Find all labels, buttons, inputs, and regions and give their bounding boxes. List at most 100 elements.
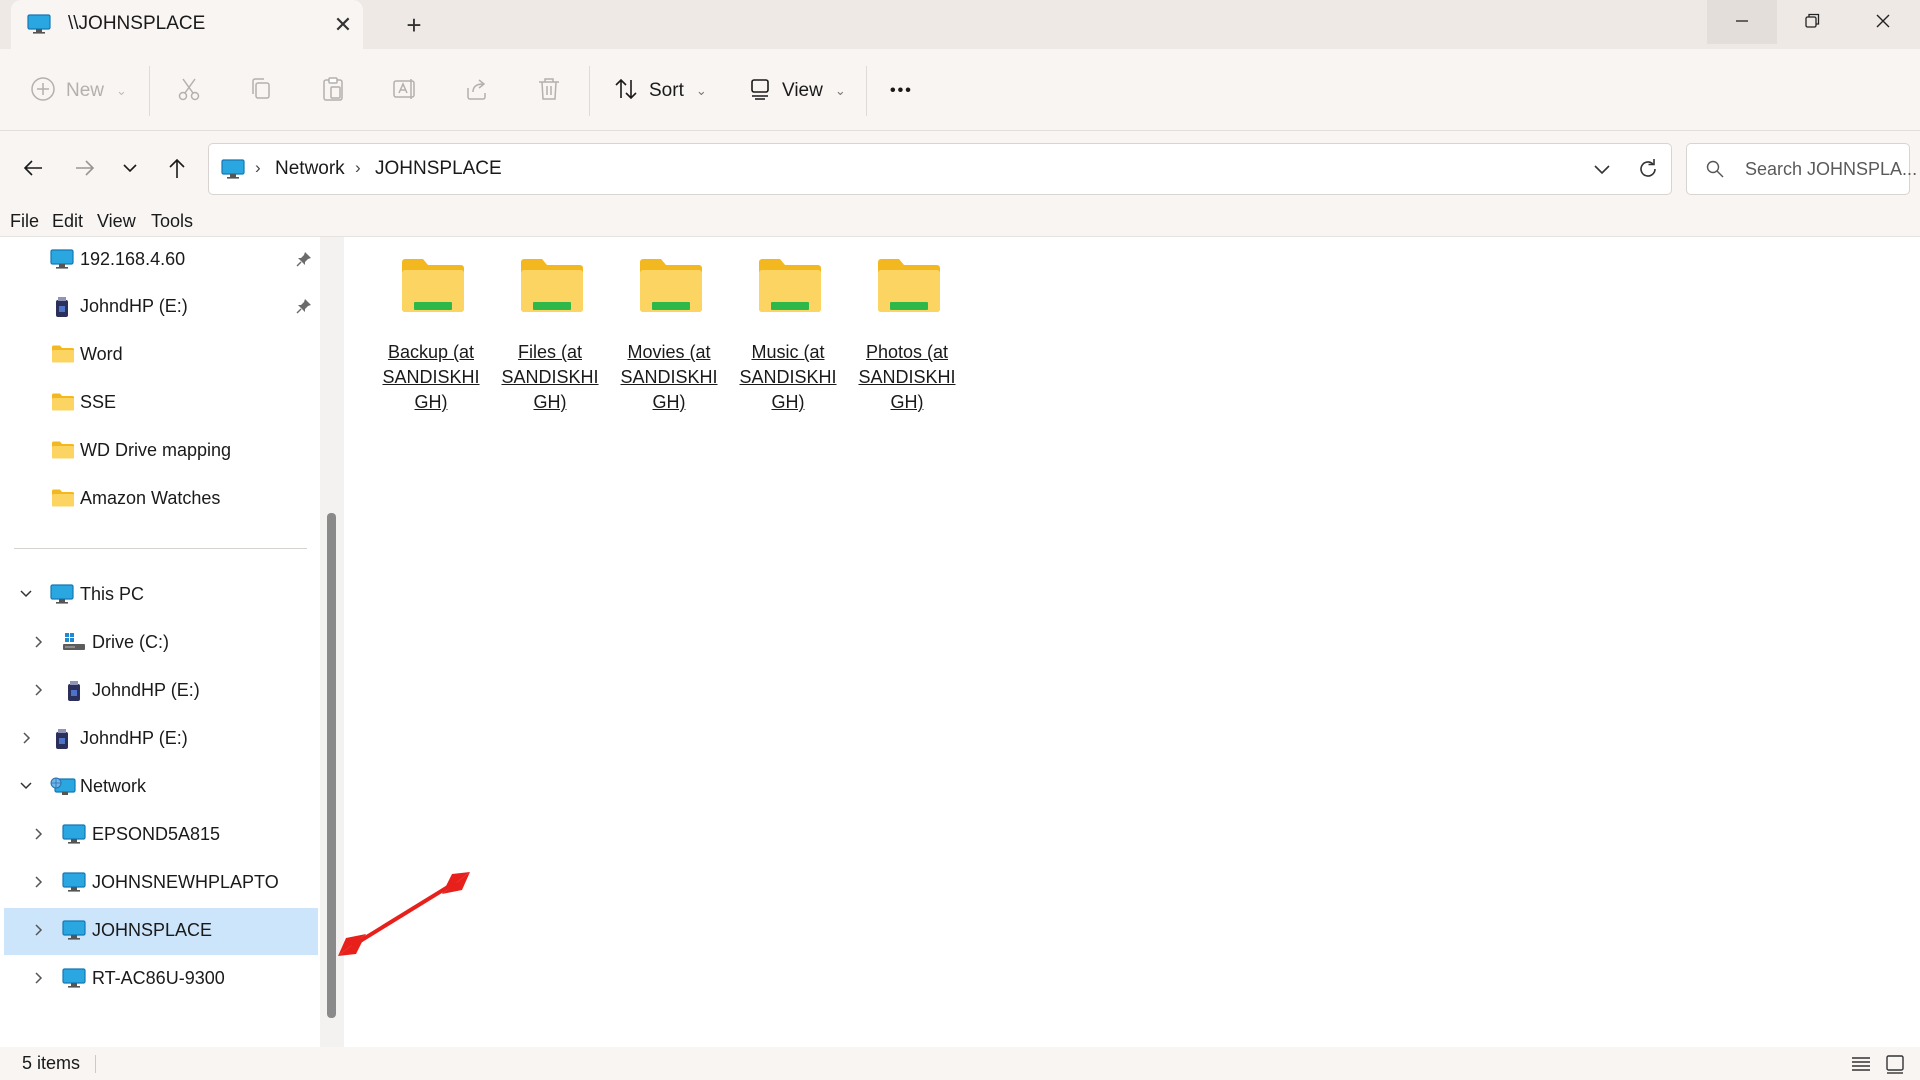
navigation-pane: 192.168.4.60 JohndHP (E:) Word SSE WD Dr… bbox=[0, 237, 320, 1047]
sidebar-item-amazon-watches[interactable]: Amazon Watches bbox=[4, 476, 318, 523]
pin-icon[interactable] bbox=[296, 298, 312, 319]
sidebar-item-192-168-4-60[interactable]: 192.168.4.60 bbox=[4, 237, 318, 284]
folder-name: Music (at SANDISKHI GH) bbox=[731, 340, 845, 415]
folder-name-line: SANDISKHI bbox=[501, 367, 599, 387]
large-icons-view-icon[interactable] bbox=[1884, 1053, 1906, 1080]
address-history-button[interactable] bbox=[1587, 154, 1617, 189]
sidebar-item-rt-ac86u-9300[interactable]: RT-AC86U-9300 bbox=[4, 956, 318, 1003]
network-folder-icon bbox=[758, 257, 822, 322]
folder-item-files[interactable]: Files (at SANDISKHI GH) bbox=[493, 255, 607, 412]
sidebar-item-label: Amazon Watches bbox=[80, 488, 221, 508]
view-button[interactable]: View ⌄ bbox=[748, 74, 846, 108]
sidebar-item-label: JohndHP (E:) bbox=[92, 680, 200, 700]
status-bar: 5 items bbox=[0, 1047, 1920, 1080]
chevron-right-icon[interactable] bbox=[18, 730, 34, 746]
paste-button[interactable] bbox=[320, 74, 346, 108]
chevron-right-icon[interactable] bbox=[30, 970, 46, 986]
share-button[interactable] bbox=[464, 74, 490, 108]
menu-file[interactable]: File bbox=[10, 211, 39, 232]
window-tab[interactable]: \\JOHNSPLACE ✕ bbox=[11, 0, 363, 49]
annotation-arrow-icon bbox=[334, 866, 474, 971]
menu-view[interactable]: View bbox=[97, 211, 136, 232]
sort-button[interactable]: Sort ⌄ bbox=[613, 74, 707, 108]
sidebar-item-johndhp-e-sub[interactable]: JohndHP (E:) bbox=[4, 668, 318, 715]
folder-item-music[interactable]: Music (at SANDISKHI GH) bbox=[731, 255, 845, 412]
folder-icon bbox=[51, 344, 75, 369]
status-divider bbox=[95, 1055, 96, 1073]
new-button[interactable]: New ⌄ bbox=[30, 74, 127, 108]
sidebar-item-network[interactable]: Network bbox=[4, 764, 318, 811]
chevron-down-icon[interactable] bbox=[18, 778, 34, 794]
folder-name-line: GH) bbox=[771, 392, 805, 412]
sidebar-item-wd-drive-mapping[interactable]: WD Drive mapping bbox=[4, 428, 318, 475]
breadcrumb-johnsplace[interactable]: JOHNSPLACE bbox=[375, 158, 502, 180]
sidebar-item-this-pc[interactable]: This PC bbox=[4, 572, 318, 619]
close-window-button[interactable] bbox=[1848, 0, 1918, 44]
close-tab-icon[interactable]: ✕ bbox=[329, 11, 357, 39]
folder-name: Photos (at SANDISKHI GH) bbox=[850, 340, 964, 415]
usb-drive-icon bbox=[54, 728, 70, 755]
new-tab-button[interactable]: + bbox=[398, 9, 430, 41]
chevron-right-icon[interactable] bbox=[30, 922, 46, 938]
breadcrumb-network[interactable]: Network bbox=[275, 158, 345, 180]
monitor-icon bbox=[50, 249, 74, 274]
network-folder-icon bbox=[401, 257, 465, 322]
sidebar-item-epsond5a815[interactable]: EPSOND5A815 bbox=[4, 812, 318, 859]
usb-drive-icon bbox=[54, 296, 70, 323]
chevron-right-icon[interactable] bbox=[30, 874, 46, 890]
chevron-right-icon[interactable] bbox=[30, 682, 46, 698]
chevron-right-icon[interactable] bbox=[30, 826, 46, 842]
address-row: › Network › JOHNSPLACE Search JOHNSPLA..… bbox=[0, 131, 1920, 207]
folder-item-photos[interactable]: Photos (at SANDISKHI GH) bbox=[850, 255, 964, 412]
breadcrumb-chevron-icon[interactable]: › bbox=[255, 158, 261, 178]
folder-item-backup[interactable]: Backup (at SANDISKHI GH) bbox=[374, 255, 488, 412]
details-view-icon[interactable] bbox=[1850, 1053, 1872, 1080]
toolbar-divider bbox=[589, 66, 590, 116]
folder-name-line: Photos (at bbox=[865, 342, 949, 362]
restore-button[interactable] bbox=[1777, 0, 1847, 44]
folder-icon bbox=[51, 488, 75, 513]
folder-name-line: SANDISKHI bbox=[620, 367, 718, 387]
cut-button[interactable] bbox=[176, 74, 202, 108]
command-bar: New ⌄ Sort ⌄ View ⌄ ••• bbox=[0, 49, 1920, 131]
sidebar-item-sse[interactable]: SSE bbox=[4, 380, 318, 427]
delete-button[interactable] bbox=[536, 74, 562, 108]
sidebar-item-label: JohndHP (E:) bbox=[80, 728, 188, 748]
minimize-button[interactable] bbox=[1707, 0, 1777, 44]
sidebar-item-word[interactable]: Word bbox=[4, 332, 318, 379]
chevron-right-icon[interactable] bbox=[30, 634, 46, 650]
copy-button[interactable] bbox=[248, 74, 274, 108]
sidebar-item-johndhp-e-root[interactable]: JohndHP (E:) bbox=[4, 716, 318, 763]
more-options-button[interactable]: ••• bbox=[890, 74, 913, 108]
monitor-icon bbox=[62, 872, 86, 897]
recent-locations-button[interactable] bbox=[113, 153, 147, 187]
sidebar-item-drive-c[interactable]: Drive (C:) bbox=[4, 620, 318, 667]
share-icon bbox=[464, 76, 490, 107]
menu-edit[interactable]: Edit bbox=[52, 211, 83, 232]
menu-tools[interactable]: Tools bbox=[151, 211, 193, 232]
file-list: Backup (at SANDISKHI GH) Files (at SANDI… bbox=[344, 237, 1920, 1047]
search-box[interactable]: Search JOHNSPLA... bbox=[1686, 143, 1917, 195]
chevron-down-icon[interactable] bbox=[18, 586, 34, 602]
sidebar-item-johndhp-e[interactable]: JohndHP (E:) bbox=[4, 284, 318, 331]
up-button[interactable] bbox=[160, 153, 194, 187]
item-count: 5 items bbox=[22, 1053, 81, 1073]
breadcrumb-chevron-icon[interactable]: › bbox=[355, 158, 361, 178]
sidebar-item-label: Network bbox=[80, 776, 147, 796]
folder-icon bbox=[51, 392, 75, 417]
chevron-down-icon: ⌄ bbox=[695, 83, 707, 98]
arrow-left-icon bbox=[22, 157, 44, 184]
menu-bar: File Edit View Tools bbox=[0, 207, 1920, 237]
forward-button[interactable] bbox=[68, 153, 102, 187]
rename-button[interactable] bbox=[392, 74, 418, 108]
folder-item-movies[interactable]: Movies (at SANDISKHI GH) bbox=[612, 255, 726, 412]
tab-title: \\JOHNSPLACE bbox=[68, 13, 206, 34]
pin-icon[interactable] bbox=[296, 251, 312, 272]
scissors-icon bbox=[176, 76, 202, 107]
sidebar-item-johnsnewhplapto[interactable]: JOHNSNEWHPLAPTO bbox=[4, 860, 318, 907]
back-button[interactable] bbox=[16, 153, 50, 187]
refresh-icon[interactable] bbox=[1633, 154, 1663, 189]
address-bar[interactable]: › Network › JOHNSPLACE bbox=[208, 143, 1672, 195]
sidebar-item-johnsplace[interactable]: JOHNSPLACE bbox=[4, 908, 318, 955]
search-placeholder: Search JOHNSPLA... bbox=[1745, 159, 1918, 179]
